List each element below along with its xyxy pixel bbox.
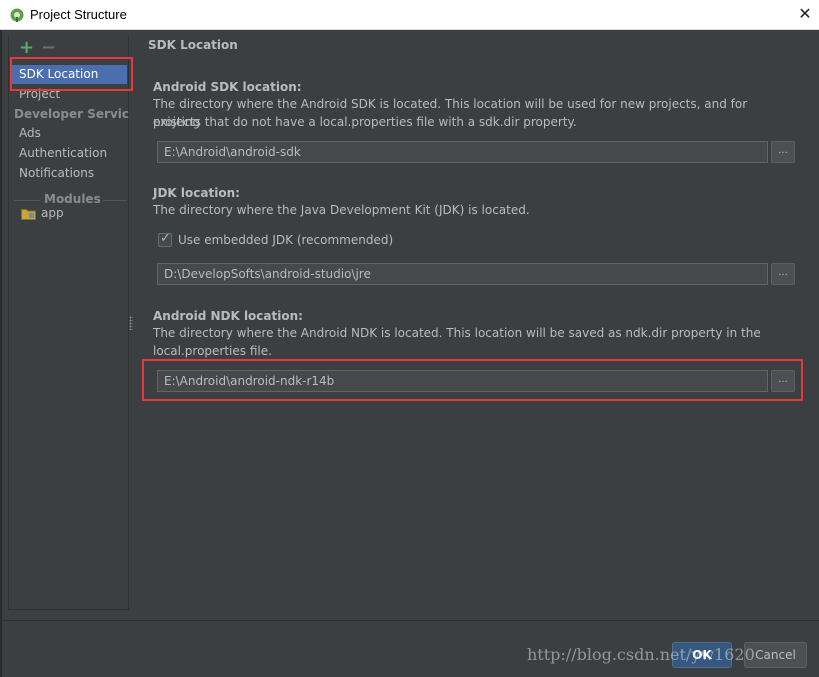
jdk-label: JDK location: (153, 186, 240, 200)
add-icon[interactable]: + (19, 39, 34, 57)
android-sdk-label: Android SDK location: (153, 80, 302, 94)
checkmark-icon: ✓ (160, 231, 171, 246)
remove-icon[interactable]: − (41, 39, 56, 57)
jdk-description: The directory where the Java Development… (153, 203, 530, 217)
close-icon[interactable]: ✕ (793, 3, 817, 27)
title-bar: Project Structure ✕ (0, 0, 819, 30)
highlight-box-ndk-field (142, 359, 803, 401)
sidebar-item-ads[interactable]: Ads (11, 124, 127, 143)
window-title: Project Structure (30, 7, 127, 22)
sidebar-item-notifications[interactable]: Notifications (11, 164, 127, 183)
android-ndk-description-line2: local.properties file. (153, 344, 272, 358)
android-sdk-path-field[interactable]: E:\Android\android-sdk (157, 141, 768, 163)
android-ndk-label: Android NDK location: (153, 309, 303, 323)
module-folder-icon (21, 209, 36, 220)
android-sdk-description-line2: projects that do not have a local.proper… (153, 115, 577, 129)
separator-line (14, 200, 40, 201)
window-border (0, 30, 2, 677)
use-embedded-jdk-label[interactable]: Use embedded JDK (recommended) (178, 233, 393, 247)
android-ndk-description-line1: The directory where the Android NDK is l… (153, 326, 761, 340)
footer-divider (0, 620, 819, 621)
sidebar: + − SDK Location Project Developer Servi… (8, 36, 129, 610)
watermark-text: http://blog.csdn.net/yw1620 (527, 645, 755, 664)
page-title: SDK Location (148, 38, 238, 52)
sidebar-header-developer-services: Developer Servic... (14, 107, 129, 121)
separator-line (103, 200, 127, 201)
android-studio-icon (10, 8, 24, 22)
highlight-box-sdk-location (10, 57, 133, 91)
jdk-browse-button[interactable]: ... (771, 263, 795, 285)
jdk-path-field[interactable]: D:\DevelopSofts\android-studio\jre (157, 263, 768, 285)
sidebar-item-app[interactable]: app (11, 204, 127, 223)
splitter-grip[interactable] (129, 316, 133, 330)
use-embedded-jdk-checkbox[interactable]: ✓ (158, 231, 172, 247)
sidebar-item-label: app (41, 206, 64, 220)
android-sdk-browse-button[interactable]: ... (771, 141, 795, 163)
sidebar-item-authentication[interactable]: Authentication (11, 144, 127, 163)
